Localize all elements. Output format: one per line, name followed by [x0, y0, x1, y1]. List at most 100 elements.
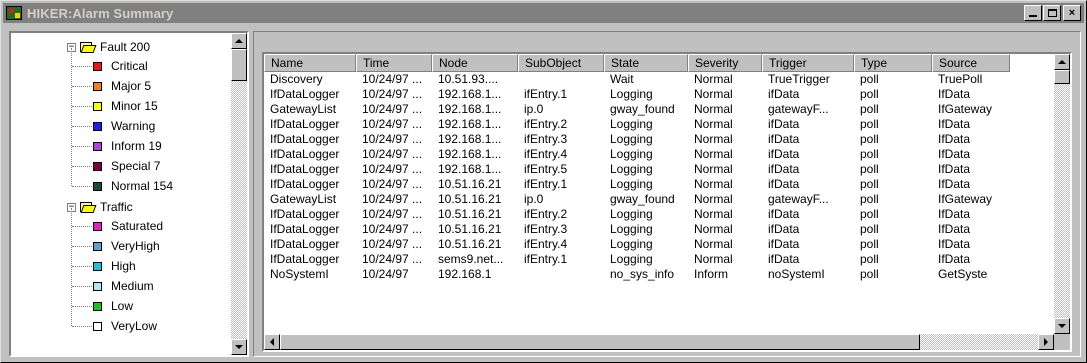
table-row[interactable]: IfDataLogger 10/24/97 ... 192.168.1... ifEn…: [264, 87, 1010, 102]
cell-subobject: ip.0: [524, 102, 544, 116]
list-scroll-up-button[interactable]: [1054, 54, 1070, 70]
cell-trigger: ifData: [768, 162, 800, 176]
tree-item[interactable]: VeryLow: [93, 316, 157, 336]
cell-type: poll: [860, 147, 879, 161]
list-scroll-left-button[interactable]: [264, 334, 280, 350]
tree-item[interactable]: Inform 19: [93, 136, 162, 156]
tree-item[interactable]: High: [93, 256, 136, 276]
cell-time: 10/24/97 ...: [362, 192, 423, 206]
cell-state: Logging: [610, 132, 653, 146]
cell-time: 10/24/97 ...: [362, 72, 423, 86]
severity-color-icon: [93, 321, 102, 331]
column-header-severity[interactable]: Severity: [688, 54, 762, 72]
cell-subobject: ifEntry.2: [524, 207, 568, 221]
tree-group-1[interactable]: − Traffic: [67, 197, 133, 217]
cell-state: Logging: [610, 162, 653, 176]
tree-scroll-down-button[interactable]: [231, 339, 247, 355]
tree-item[interactable]: Low: [93, 296, 133, 316]
column-header-subobject[interactable]: SubObject: [518, 54, 604, 72]
cell-subobject: ifEntry.3: [524, 222, 568, 236]
table-row[interactable]: IfDataLogger 10/24/97 ... 192.168.1... ifEn…: [264, 162, 1010, 177]
title-bar[interactable]: HIKER:Alarm Summary ×: [3, 3, 1084, 23]
table-row[interactable]: IfDataLogger 10/24/97 ... 10.51.16.21 ifEnt…: [264, 177, 1010, 192]
cell-node: 10.51.16.21: [438, 237, 502, 251]
list-scroll-right-button[interactable]: [1038, 334, 1054, 350]
cell-time: 10/24/97 ...: [362, 237, 423, 251]
cell-trigger: ifData: [768, 252, 800, 266]
tree-group-0[interactable]: − Fault 200: [67, 37, 150, 57]
severity-color-icon: [93, 61, 102, 71]
table-row[interactable]: Discovery 10/24/97 ... 10.51.93.... Wait Nor…: [264, 72, 1010, 87]
cell-state: Logging: [610, 177, 653, 191]
cell-severity: Normal: [694, 237, 733, 251]
tree-vertical-scrollbar[interactable]: [231, 33, 247, 355]
table-row[interactable]: IfDataLogger 10/24/97 ... 10.51.16.21 ifEnt…: [264, 237, 1010, 252]
cell-severity: Normal: [694, 162, 733, 176]
column-header-name[interactable]: Name: [264, 54, 356, 72]
tree-item[interactable]: Saturated: [93, 216, 163, 236]
list-horizontal-scrollbar[interactable]: [264, 334, 1054, 350]
list-scroll-down-button[interactable]: [1054, 318, 1070, 334]
tree-content: − Fault 200 Critical Major 5 Minor 15 Warning…: [11, 33, 229, 355]
cell-node: 192.168.1...: [438, 132, 502, 146]
tree-item[interactable]: Minor 15: [93, 96, 158, 116]
maximize-button[interactable]: [1043, 5, 1061, 21]
column-header-state[interactable]: State: [604, 54, 688, 72]
table-row[interactable]: IfDataLogger 10/24/97 ... 192.168.1... ifEn…: [264, 132, 1010, 147]
cell-node: 10.51.16.21: [438, 207, 502, 221]
tree-item-label: Normal 154: [111, 179, 174, 193]
tree-item[interactable]: Warning: [93, 116, 155, 136]
cell-state: Logging: [610, 222, 653, 236]
table-row[interactable]: GatewayList 10/24/97 ... 192.168.1... ip.0 g…: [264, 102, 1010, 117]
cell-severity: Normal: [694, 147, 733, 161]
open-folder-icon: [79, 201, 97, 213]
arrow-up-icon: [235, 39, 243, 43]
cell-time: 10/24/97 ...: [362, 87, 423, 101]
cell-trigger: ifData: [768, 132, 800, 146]
cell-severity: Normal: [694, 87, 733, 101]
tree-item[interactable]: VeryHigh: [93, 236, 160, 256]
tree-item[interactable]: Normal 154: [93, 176, 173, 196]
category-tree[interactable]: − Fault 200 Critical Major 5 Minor 15 Warning…: [9, 31, 249, 357]
column-header-node[interactable]: Node: [432, 54, 518, 72]
cell-type: poll: [860, 72, 879, 86]
window-title: HIKER:Alarm Summary: [27, 5, 174, 21]
cell-time: 10/24/97 ...: [362, 222, 423, 236]
table-row[interactable]: NoSystemI 10/24/97 192.168.1 no_sys_info Inf…: [264, 267, 1010, 282]
cell-trigger: ifData: [768, 87, 800, 101]
table-row[interactable]: GatewayList 10/24/97 ... 10.51.16.21 ip.0 gw…: [264, 192, 1010, 207]
tree-item-label: Low: [111, 299, 134, 313]
cell-trigger: ifData: [768, 207, 800, 221]
close-button[interactable]: ×: [1063, 5, 1081, 21]
tree-scroll-thumb[interactable]: [231, 49, 247, 81]
minimize-button[interactable]: [1024, 5, 1042, 21]
list-vertical-scrollbar[interactable]: [1054, 54, 1070, 334]
table-row[interactable]: IfDataLogger 10/24/97 ... 10.51.16.21 ifEnt…: [264, 207, 1010, 222]
table-row[interactable]: IfDataLogger 10/24/97 ... 10.51.16.21 ifEnt…: [264, 222, 1010, 237]
column-header-source[interactable]: Source: [932, 54, 1010, 72]
arrow-right-icon: [1044, 338, 1048, 346]
cell-source: IfData: [938, 117, 971, 131]
column-header-time[interactable]: Time: [356, 54, 432, 72]
table-row[interactable]: IfDataLogger 10/24/97 ... sems9.net... ifEn…: [264, 252, 1010, 267]
cell-state: Logging: [610, 87, 653, 101]
tree-item-label: Medium: [111, 279, 154, 293]
cell-severity: Inform: [694, 267, 729, 281]
column-header-type[interactable]: Type: [854, 54, 932, 72]
tree-item[interactable]: Special 7: [93, 156, 160, 176]
cell-source: GetSyste: [938, 267, 988, 281]
tree-item[interactable]: Major 5: [93, 76, 151, 96]
column-header-trigger[interactable]: Trigger: [762, 54, 854, 72]
arrow-down-icon: [235, 345, 243, 349]
tree-item[interactable]: Medium: [93, 276, 154, 296]
table-row[interactable]: IfDataLogger 10/24/97 ... 192.168.1... ifEn…: [264, 117, 1010, 132]
tree-item[interactable]: Critical: [93, 56, 148, 76]
tree-scroll-up-button[interactable]: [231, 33, 247, 49]
table-row[interactable]: IfDataLogger 10/24/97 ... 192.168.1... ifEn…: [264, 147, 1010, 162]
list-vscroll-thumb[interactable]: [1054, 70, 1070, 84]
app-icon[interactable]: [6, 6, 22, 20]
minimize-icon: [1029, 15, 1037, 17]
cell-type: poll: [860, 192, 879, 206]
alarm-list[interactable]: Name Time Node SubObject State Severity Trigge…: [262, 52, 1072, 352]
list-hscroll-thumb[interactable]: [280, 334, 920, 350]
